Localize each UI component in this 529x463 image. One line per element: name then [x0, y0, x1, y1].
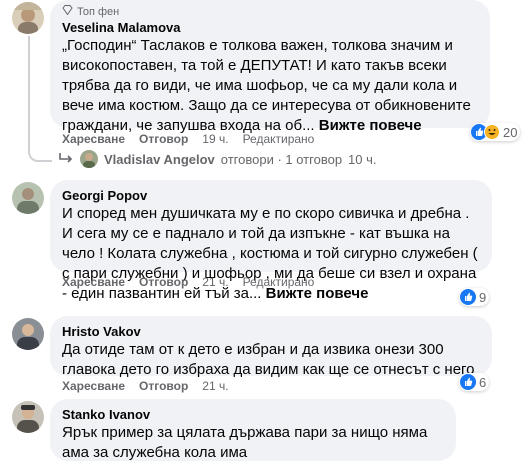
reply-summary-text: отговори · 1 отговор — [220, 151, 343, 167]
see-more-link[interactable]: Вижте повече — [319, 117, 422, 134]
comment-bubble: Hristo Vakov Да отиде там от к дето е из… — [50, 316, 492, 378]
timestamp[interactable]: 21 ч. — [202, 379, 228, 393]
avatar[interactable] — [12, 401, 44, 433]
reply-button[interactable]: Отговор — [139, 275, 188, 289]
comment-actions: Харесване Отговор 21 ч. — [62, 379, 229, 393]
comment-text: „Господин“ Таслаков е толкова важен, тол… — [62, 36, 478, 136]
reply-thread-line — [28, 36, 52, 162]
reaction-count: 20 — [503, 124, 518, 140]
reaction-count: 9 — [479, 289, 487, 305]
edited-label: Редактирано — [242, 275, 315, 289]
edited-label: Редактирано — [242, 132, 315, 146]
reaction-count: 6 — [479, 374, 487, 390]
like-reaction-icon — [460, 374, 476, 390]
comment-bubble: Georgi Popov И според мен душичката му е… — [50, 180, 492, 302]
view-replies-link[interactable]: Vladislav Angelov отговори · 1 отговор 1… — [58, 150, 377, 168]
like-reaction-icon — [460, 289, 476, 305]
reply-author: Vladislav Angelov — [104, 151, 215, 167]
reaction-summary[interactable]: 6 — [459, 373, 490, 391]
comment-actions: Харесване Отговор 21 ч. Редактирано — [62, 275, 314, 289]
comment-text: Ярък пример за цялата държава пари за ни… — [62, 424, 428, 461]
badge-label: Топ фен — [77, 5, 120, 18]
reply-button[interactable]: Отговор — [139, 132, 188, 146]
comment-bubble: Stanko Ivanov Ярък пример за цялата държ… — [50, 399, 456, 461]
comment-author[interactable]: Veselina Malamova — [62, 19, 478, 36]
reply-time: 10 ч. — [348, 151, 377, 167]
comment-author[interactable]: Stanko Ivanov — [62, 406, 444, 423]
avatar[interactable] — [12, 182, 44, 214]
comment-author[interactable]: Georgi Popov — [62, 187, 480, 204]
reply-avatar — [80, 150, 98, 168]
reaction-summary[interactable]: 9 — [459, 288, 490, 306]
comment-text: Да отиде там от к дето е избран и да изв… — [62, 341, 475, 378]
timestamp[interactable]: 19 ч. — [202, 132, 228, 146]
like-button[interactable]: Харесване — [62, 275, 125, 289]
comment-bubble: Топ фен Veselina Malamova „Господин“ Тас… — [50, 0, 490, 134]
reaction-summary[interactable]: 20 — [470, 123, 521, 141]
like-button[interactable]: Харесване — [62, 132, 125, 146]
reply-button[interactable]: Отговор — [139, 379, 188, 393]
comment-text: И според мен душичката му е по скоро сив… — [62, 204, 480, 304]
timestamp[interactable]: 21 ч. — [202, 275, 228, 289]
diamond-icon — [62, 5, 73, 18]
avatar[interactable] — [12, 2, 44, 34]
reply-arrow-icon — [58, 151, 74, 168]
comment-actions: Харесване Отговор 19 ч. Редактирано — [62, 132, 314, 146]
comment-author[interactable]: Hristo Vakov — [62, 323, 480, 340]
like-button[interactable]: Харесване — [62, 379, 125, 393]
haha-reaction-icon — [484, 124, 500, 140]
top-fan-badge: Топ фен — [62, 5, 478, 18]
avatar[interactable] — [12, 318, 44, 350]
